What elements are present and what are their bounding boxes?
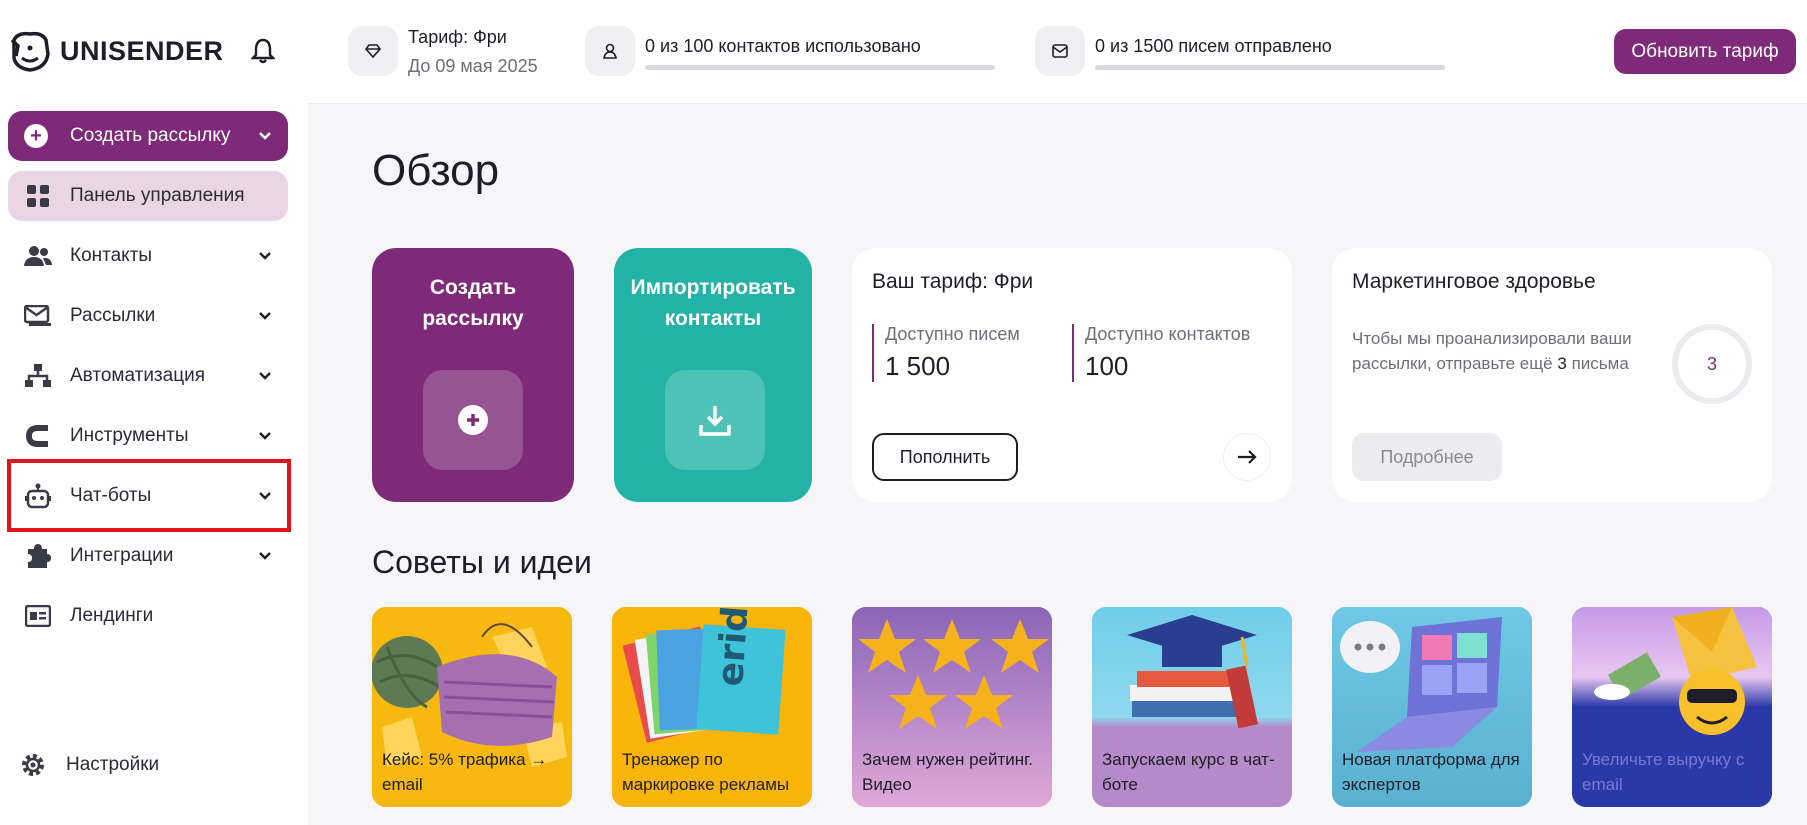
emails-usage-text: 0 из 1500 писем отправлено: [1095, 36, 1332, 56]
sidebar-item-integrations[interactable]: Интеграции: [8, 531, 288, 581]
card-title: Создать рассылку: [422, 276, 524, 330]
sidebar-item-dashboard[interactable]: Панель управления: [8, 171, 288, 221]
logo-dog-icon: [10, 31, 50, 72]
tariff-until: До 09 мая 2025: [408, 56, 538, 76]
tip-caption: Увеличьте выручку с email: [1582, 750, 1745, 794]
create-campaign-label: Создать рассылку: [70, 125, 231, 146]
contacts-stat-label: Доступно контактов: [1085, 324, 1251, 344]
tariff-card-title: Ваш тариф: Фри: [872, 270, 1034, 293]
tip-caption: Кейс: 5% трафика → email: [382, 750, 548, 794]
plus-icon: [423, 370, 523, 470]
marketing-health-card: Маркетинговое здоровье Чтобы мы проанали…: [1332, 248, 1772, 502]
health-score-ring: 3: [1672, 324, 1752, 404]
chevron-down-icon: [258, 545, 272, 567]
puzzle-icon: [24, 542, 52, 570]
tip-caption: Тренажер по маркировке рекламы: [622, 750, 790, 794]
chevron-down-icon: [258, 305, 272, 327]
contacts-usage-text: 0 из 100 контактов использовано: [645, 36, 921, 56]
emails-progress-bar: [1095, 65, 1445, 70]
sidebar-item-label: Рассылки: [70, 305, 156, 326]
svg-text:erid: erid: [710, 607, 757, 688]
topup-button[interactable]: Пополнить: [872, 433, 1018, 481]
tip-card[interactable]: Увеличьте выручку с email: [1572, 607, 1772, 807]
emails-stat: Доступно писем 1 500: [872, 324, 1020, 382]
highlight-box: [7, 459, 291, 532]
sidebar-item-label: Инструменты: [70, 425, 189, 446]
tip-card[interactable]: Кейс: 5% трафика → email: [372, 607, 572, 807]
sidebar-item-label: Автоматизация: [70, 365, 205, 386]
health-text-after: письма: [1571, 354, 1629, 373]
contacts-stat: Доступно контактов 100: [1072, 324, 1250, 382]
plus-icon: +: [24, 124, 48, 148]
health-score-value: 3: [1706, 353, 1717, 374]
chevron-down-icon: [258, 245, 272, 267]
sidebar-item-label: Интеграции: [70, 545, 174, 566]
gear-icon: [20, 752, 46, 778]
logo[interactable]: UNISENDER: [8, 30, 224, 72]
arrow-right-icon[interactable]: [1224, 434, 1270, 480]
magnet-icon: [24, 422, 52, 450]
sitemap-icon: [24, 362, 52, 390]
tariff-card: Ваш тариф: Фри Доступно писем 1 500 Дост…: [852, 248, 1292, 502]
sidebar-item-label: Контакты: [70, 245, 153, 266]
sidebar-item-tools[interactable]: Инструменты: [8, 411, 288, 461]
tip-card[interactable]: Запускаем курс в чат-боте: [1092, 607, 1292, 807]
chevron-down-icon: [258, 125, 272, 147]
tip-caption: Запускаем курс в чат-боте: [1102, 750, 1275, 794]
sidebar: UNISENDER + Создать рассылку Панель упра…: [0, 0, 308, 825]
health-description: Чтобы мы проанализировали ваши рассылки,…: [1352, 326, 1652, 376]
users-icon: [24, 242, 52, 270]
sidebar-item-label: Лендинги: [70, 605, 154, 626]
sidebar-item-contacts[interactable]: Контакты: [8, 231, 288, 281]
emails-stat-value: 1 500: [885, 351, 951, 381]
download-icon: [665, 370, 765, 470]
logo-text: UNISENDER: [60, 35, 224, 66]
contacts-progress-bar: [645, 65, 995, 70]
import-contacts-card[interactable]: Импортировать контакты: [614, 248, 812, 502]
tip-caption: Новая платформа для экспертов: [1342, 750, 1520, 794]
upgrade-tariff-button[interactable]: Обновить тариф: [1614, 29, 1796, 74]
sidebar-item-label: Панель управления: [70, 185, 245, 206]
user-icon: [585, 26, 635, 76]
tip-caption: Зачем нужен рейтинг. Видео: [862, 750, 1034, 794]
sidebar-item-landings[interactable]: Лендинги: [8, 591, 288, 641]
tip-card[interactable]: Зачем нужен рейтинг. Видео: [852, 607, 1052, 807]
tip-card[interactable]: erid Тренажер по маркировке рекламы: [612, 607, 812, 807]
create-campaign-card[interactable]: Создать рассылку: [372, 248, 574, 502]
dashboard-icon: [24, 182, 52, 210]
health-card-title: Маркетинговое здоровье: [1352, 270, 1596, 293]
create-campaign-button[interactable]: + Создать рассылку: [8, 111, 288, 161]
tip-card[interactable]: Новая платформа для экспертов: [1332, 607, 1532, 807]
health-text-num: 3: [1557, 354, 1567, 373]
emails-stat-label: Доступно писем: [885, 324, 1020, 344]
envelope-icon: [1035, 26, 1085, 76]
contacts-stat-value: 100: [1085, 351, 1129, 381]
sidebar-item-campaigns[interactable]: Рассылки: [8, 291, 288, 341]
chevron-down-icon: [258, 365, 272, 387]
mail-icon: [24, 302, 52, 330]
page-title: Обзор: [372, 146, 500, 195]
bell-icon[interactable]: [248, 36, 278, 66]
settings-link[interactable]: Настройки: [20, 752, 159, 778]
tips-section-title: Советы и идеи: [372, 544, 592, 580]
landing-page-icon: [24, 602, 52, 630]
card-title: Импортировать контакты: [630, 276, 796, 330]
sidebar-item-automation[interactable]: Автоматизация: [8, 351, 288, 401]
more-details-button[interactable]: Подробнее: [1352, 433, 1502, 481]
tariff-title: Тариф: Фри: [408, 27, 507, 47]
diamond-icon: [348, 26, 398, 76]
settings-label: Настройки: [66, 754, 160, 775]
chevron-down-icon: [258, 425, 272, 447]
